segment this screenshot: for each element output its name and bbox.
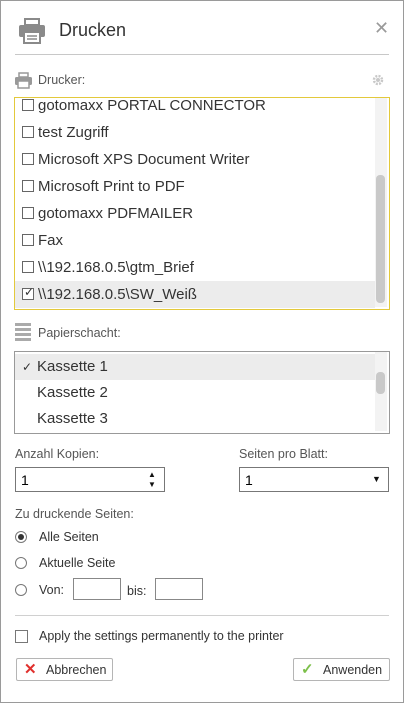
printer-label: gotomaxx PDFMAILER (38, 205, 194, 222)
radio-button-selected[interactable] (15, 531, 27, 543)
printer-label: Microsoft Print to PDF (38, 178, 185, 195)
radio-dot (18, 534, 24, 540)
cancel-button-label: Abbrechen (46, 663, 107, 677)
printer-item[interactable]: Microsoft XPS Document Writer (15, 146, 375, 173)
printer-label: Fax (38, 232, 64, 249)
apply-permanently-checkbox[interactable] (15, 630, 28, 643)
copies-value[interactable]: 1 (21, 472, 29, 488)
copies-stepper[interactable]: 1 ▲ ▼ (15, 467, 165, 492)
paper-stack-icon (15, 323, 31, 341)
printer-checkbox[interactable] (22, 207, 34, 219)
pages-per-sheet-label: Seiten pro Blatt: (239, 447, 328, 461)
printer-list[interactable]: gotomaxx PORTAL CONNECTOR test Zugriff M… (14, 97, 390, 310)
radio-button[interactable] (15, 584, 27, 596)
printer-section-label: Drucker: (38, 73, 86, 87)
radio-button[interactable] (15, 557, 27, 569)
apply-button[interactable]: ✓ Anwenden (293, 658, 390, 681)
printer-checkbox[interactable] (22, 180, 34, 192)
tray-label: Kassette 2 (37, 384, 108, 401)
pages-per-sheet-select[interactable]: 1 ▼ (239, 467, 389, 492)
printer-item[interactable]: Fax (15, 227, 375, 254)
printer-icon (15, 72, 32, 89)
printer-item[interactable]: test Zugriff (15, 119, 375, 146)
dialog-header: Drucken ✕ (1, 1, 403, 56)
check-icon: ✓ (301, 661, 314, 678)
close-icon[interactable]: ✕ (374, 19, 389, 37)
tray-label: Kassette 1 (37, 358, 108, 375)
printer-checkbox[interactable] (22, 153, 34, 165)
tray-section-label: Papierschacht: (38, 326, 121, 340)
radio-label: Aktuelle Seite (39, 556, 116, 570)
tray-label: Kassette 3 (37, 410, 108, 427)
printer-label: test Zugriff (38, 124, 109, 141)
printer-list-scrollbar[interactable] (375, 98, 387, 307)
footer-divider (15, 615, 389, 616)
printer-checkbox[interactable] (22, 99, 34, 111)
checkmark-icon: ✓ (24, 285, 35, 299)
scrollbar-thumb[interactable] (376, 372, 385, 394)
printer-icon (19, 18, 45, 44)
pages-per-sheet-value: 1 (245, 472, 253, 488)
page-to-input[interactable] (155, 578, 203, 600)
radio-label: Alle Seiten (39, 530, 99, 544)
printer-checkbox[interactable] (22, 261, 34, 273)
printer-label: gotomaxx PORTAL CONNECTOR (38, 97, 266, 114)
apply-permanently-label: Apply the settings permanently to the pr… (39, 629, 284, 643)
increment-arrow-icon[interactable]: ▲ (148, 471, 156, 479)
x-icon: ✕ (24, 661, 37, 678)
copies-label: Anzahl Kopien: (15, 447, 100, 461)
scrollbar-thumb[interactable] (376, 175, 385, 303)
apply-button-label: Anwenden (323, 663, 383, 677)
page-from-input[interactable] (73, 578, 121, 600)
printer-label: Microsoft XPS Document Writer (38, 151, 250, 168)
printer-label: \\192.168.0.5\SW_Weiß (38, 286, 197, 303)
radio-label: Von: (39, 583, 65, 597)
cancel-button[interactable]: ✕ Abbrechen (16, 658, 113, 681)
printer-item[interactable]: gotomaxx PDFMAILER (15, 200, 375, 227)
tray-list-scrollbar[interactable] (375, 352, 387, 431)
printer-item[interactable]: gotomaxx PORTAL CONNECTOR (15, 97, 375, 119)
dialog-title: Drucken (59, 20, 127, 40)
tray-item[interactable]: Kassette 2 (15, 380, 375, 406)
print-dialog: Drucken ✕ Drucker: gotomaxx PORTAL CONNE… (0, 0, 404, 703)
printer-item-selected[interactable]: ✓ \\192.168.0.5\SW_Weiß (15, 281, 375, 308)
tray-item-selected[interactable]: ✓ Kassette 1 (15, 354, 375, 380)
printer-checkbox[interactable] (22, 234, 34, 246)
gear-icon[interactable] (372, 74, 384, 86)
header-divider (15, 54, 389, 55)
page-to-label: bis: (127, 584, 147, 598)
tray-item[interactable]: Kassette 3 (15, 406, 375, 432)
printer-item[interactable]: Microsoft Print to PDF (15, 173, 375, 200)
paper-tray-list[interactable]: ✓ Kassette 1 Kassette 2 Kassette 3 (14, 351, 390, 434)
decrement-arrow-icon[interactable]: ▼ (148, 481, 156, 489)
printer-checkbox-checked[interactable]: ✓ (22, 285, 35, 300)
chevron-down-icon[interactable]: ▼ (372, 474, 381, 484)
pages-to-print-label: Zu druckende Seiten: (15, 507, 134, 521)
printer-item[interactable]: \\192.168.0.5\gtm_Brief (15, 254, 375, 281)
printer-checkbox[interactable] (22, 126, 34, 138)
checkmark-icon: ✓ (22, 360, 33, 374)
printer-label: \\192.168.0.5\gtm_Brief (38, 259, 194, 276)
